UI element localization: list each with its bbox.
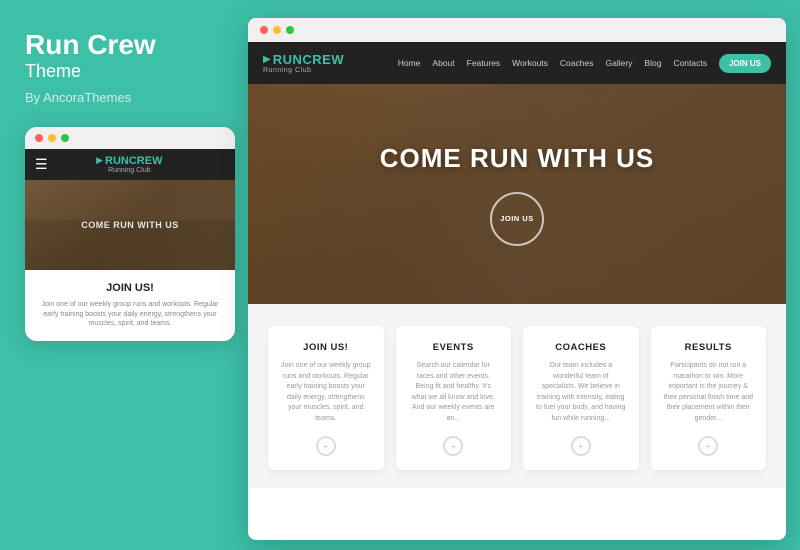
browser-nav-links: Home About Features Workouts Coaches Gal… [398, 54, 771, 73]
nav-contacts[interactable]: Contacts [673, 58, 707, 68]
browser-logo-sub: Running Club [263, 67, 311, 74]
dot-green [61, 134, 69, 142]
nav-coaches[interactable]: Coaches [560, 58, 594, 68]
mobile-card-bar [25, 127, 235, 149]
browser-dot-red [260, 26, 268, 34]
card-icon-0[interactable]: + [316, 436, 336, 456]
browser-dot-green [286, 26, 294, 34]
nav-features[interactable]: Features [467, 58, 501, 68]
card-text-2: Our team includes a wonderful team of sp… [535, 361, 627, 424]
left-panel: Run Crew Theme By AncoraThemes ☰ ▶ RUNCR… [0, 0, 245, 550]
mobile-logo-arrow-icon: ▶ [96, 155, 103, 166]
card-icon-3[interactable]: + [698, 436, 718, 456]
card-text-3: Participants do not run a marathon to wi… [663, 361, 755, 424]
hero-content: COME RUN WITH US JOIN US [380, 143, 655, 246]
card-title-2: COACHES [535, 342, 627, 353]
card-icon-2[interactable]: + [571, 436, 591, 456]
mobile-join-text: Join one of our weekly group runs and wo… [39, 300, 221, 329]
nav-join-button[interactable]: JOIN US [719, 54, 771, 73]
cards-section: JOIN US! Join one of our weekly group ru… [248, 304, 786, 488]
dot-red [35, 134, 43, 142]
mobile-logo-sub: Running Club [96, 167, 162, 174]
nav-workouts[interactable]: Workouts [512, 58, 548, 68]
card-title-0: JOIN US! [280, 342, 372, 353]
nav-blog[interactable]: Blog [644, 58, 661, 68]
mobile-preview-card: ☰ ▶ RUNCREW Running Club COME RUN WITH U… [25, 127, 235, 341]
mobile-nav: ☰ ▶ RUNCREW Running Club [25, 149, 235, 180]
hamburger-icon: ☰ [35, 156, 48, 173]
hero-join-button[interactable]: JOIN US [490, 192, 544, 246]
browser-nav: ▶ RUNCREW Running Club Home About Featur… [248, 42, 786, 84]
card-title-3: RESULTS [663, 342, 755, 353]
mobile-logo-text: RUNCREW [105, 155, 162, 167]
mobile-hero-title: COME RUN WITH US [81, 220, 179, 230]
card-2: COACHES Our team includes a wonderful te… [523, 326, 639, 470]
nav-about[interactable]: About [432, 58, 454, 68]
card-title-1: EVENTS [408, 342, 500, 353]
card-text-0: Join one of our weekly group runs and wo… [280, 361, 372, 424]
brand-subtitle: Theme [25, 61, 220, 82]
mobile-join-section: JOIN US! Join one of our weekly group ru… [25, 270, 235, 341]
card-3: RESULTS Participants do not run a marath… [651, 326, 767, 470]
browser-logo-text: RUNCREW [273, 52, 344, 67]
card-0: JOIN US! Join one of our weekly group ru… [268, 326, 384, 470]
browser-bar [248, 18, 786, 42]
card-1: EVENTS Search our calendar for races and… [396, 326, 512, 470]
browser-dot-yellow [273, 26, 281, 34]
mobile-join-title: JOIN US! [39, 282, 221, 294]
browser-window: ▶ RUNCREW Running Club Home About Featur… [248, 18, 786, 540]
card-icon-1[interactable]: + [443, 436, 463, 456]
mobile-hero: COME RUN WITH US [25, 180, 235, 270]
browser-logo: ▶ RUNCREW Running Club [263, 52, 344, 74]
browser-logo-arrow-icon: ▶ [263, 54, 271, 65]
brand-title: Run Crew [25, 30, 220, 61]
hero-title: COME RUN WITH US [380, 143, 655, 174]
card-text-1: Search our calendar for races and other … [408, 361, 500, 424]
nav-gallery[interactable]: Gallery [605, 58, 632, 68]
hero-section: COME RUN WITH US JOIN US [248, 84, 786, 304]
dot-yellow [48, 134, 56, 142]
brand-by: By AncoraThemes [25, 90, 220, 105]
nav-home[interactable]: Home [398, 58, 421, 68]
